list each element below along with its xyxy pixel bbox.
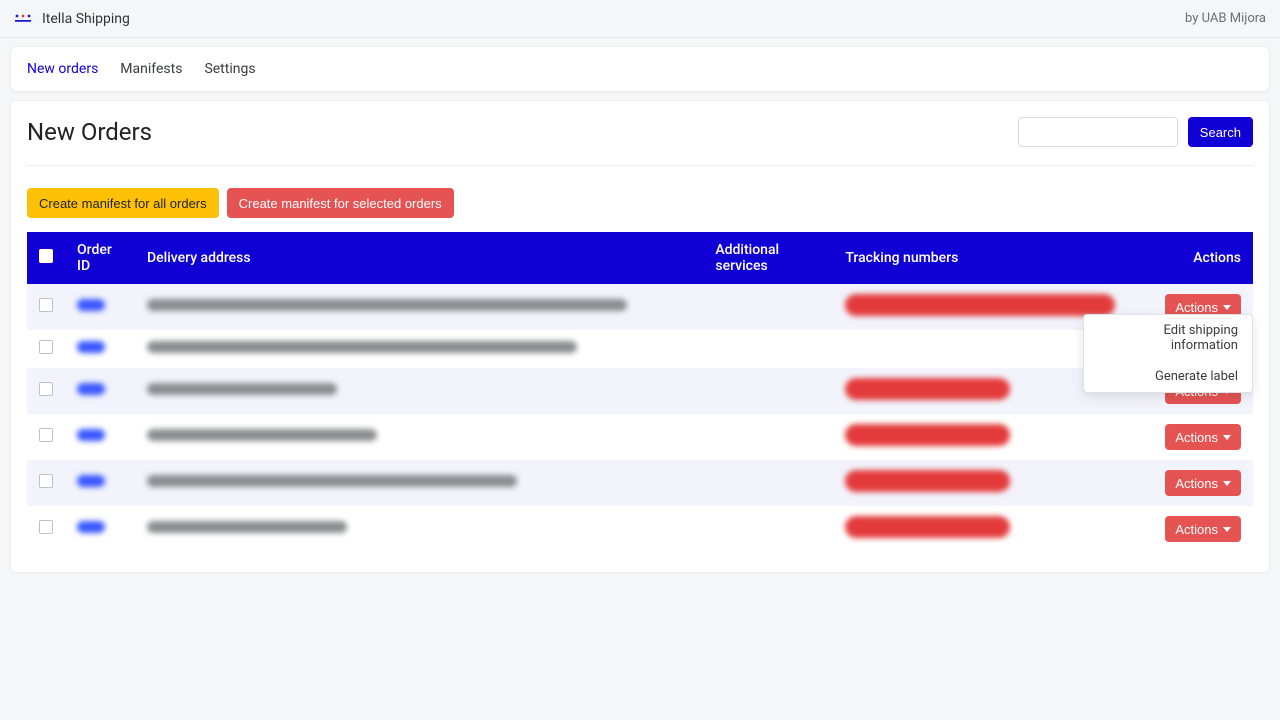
order-id-redacted[interactable] <box>77 521 105 533</box>
select-all-checkbox[interactable] <box>39 249 53 263</box>
actions-label: Actions <box>1175 476 1218 491</box>
topbar: Itella Shipping by UAB Mijora <box>0 0 1280 38</box>
table-row <box>27 330 1253 368</box>
col-delivery-address: Delivery address <box>135 232 703 284</box>
tracking-pill-redacted <box>845 424 1010 446</box>
tab-manifests[interactable]: Manifests <box>120 61 182 77</box>
row-checkbox[interactable] <box>39 298 53 312</box>
create-manifest-all-button[interactable]: Create manifest for all orders <box>27 188 219 218</box>
actions-label: Actions <box>1175 522 1218 537</box>
caret-down-icon <box>1223 481 1231 486</box>
search-button[interactable]: Search <box>1188 117 1253 147</box>
byline: by UAB Mijora <box>1185 11 1266 26</box>
row-checkbox[interactable] <box>39 474 53 488</box>
create-manifest-selected-button[interactable]: Create manifest for selected orders <box>227 188 454 218</box>
address-redacted <box>147 341 577 353</box>
row-checkbox[interactable] <box>39 520 53 534</box>
order-id-redacted[interactable] <box>77 341 105 353</box>
row-checkbox[interactable] <box>39 428 53 442</box>
caret-down-icon <box>1223 527 1231 532</box>
address-redacted <box>147 429 377 441</box>
actions-dropdown: Edit shipping information Generate label <box>1083 314 1253 393</box>
table-row: Actions <box>27 460 1253 506</box>
tracking-pill-redacted <box>845 294 1115 316</box>
main-card: New Orders Search Create manifest for al… <box>10 100 1270 573</box>
tracking-pill-redacted <box>845 378 1010 400</box>
col-additional-services: Additional services <box>703 232 833 284</box>
table-row: Actions <box>27 414 1253 460</box>
actions-label: Actions <box>1175 300 1218 315</box>
order-id-redacted[interactable] <box>77 299 105 311</box>
caret-down-icon <box>1223 435 1231 440</box>
dropdown-edit-shipping[interactable]: Edit shipping information <box>1084 315 1252 361</box>
address-redacted <box>147 475 517 487</box>
table-row: Actions Edit shipping information Genera… <box>27 284 1253 330</box>
itella-logo-icon <box>14 13 32 25</box>
app-title: Itella Shipping <box>42 11 130 27</box>
order-id-redacted[interactable] <box>77 383 105 395</box>
tabs-card: New orders Manifests Settings <box>10 46 1270 92</box>
orders-table: Order ID Delivery address Additional ser… <box>27 232 1253 552</box>
search-input[interactable] <box>1018 117 1178 147</box>
page-title: New Orders <box>27 118 152 146</box>
row-actions-button[interactable]: Actions <box>1165 516 1241 542</box>
address-redacted <box>147 383 337 395</box>
order-id-redacted[interactable] <box>77 429 105 441</box>
row-checkbox[interactable] <box>39 382 53 396</box>
address-redacted <box>147 521 347 533</box>
col-order-id: Order ID <box>65 232 135 284</box>
col-actions: Actions <box>1153 232 1253 284</box>
row-actions-button[interactable]: Actions <box>1165 424 1241 450</box>
tracking-pill-redacted <box>845 516 1010 538</box>
tab-new-orders[interactable]: New orders <box>27 61 98 77</box>
row-actions-button[interactable]: Actions <box>1165 470 1241 496</box>
caret-down-icon <box>1223 305 1231 310</box>
dropdown-generate-label[interactable]: Generate label <box>1084 361 1252 392</box>
table-row: Actions <box>27 506 1253 552</box>
address-redacted <box>147 299 627 311</box>
order-id-redacted[interactable] <box>77 475 105 487</box>
actions-label: Actions <box>1175 430 1218 445</box>
row-checkbox[interactable] <box>39 340 53 354</box>
table-row: Actions <box>27 368 1253 414</box>
tab-settings[interactable]: Settings <box>204 61 255 77</box>
col-tracking-numbers: Tracking numbers <box>833 232 1153 284</box>
tracking-pill-redacted <box>845 470 1010 492</box>
